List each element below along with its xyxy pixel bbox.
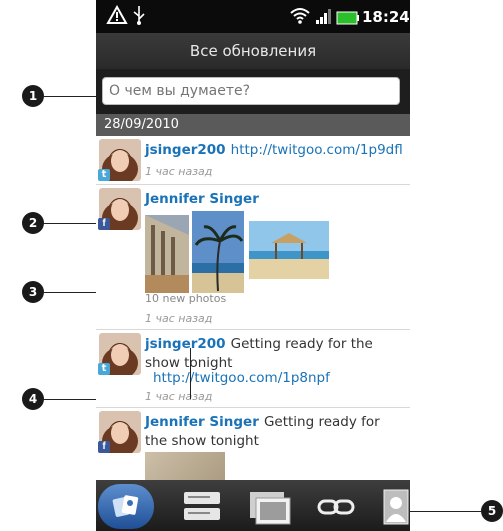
usb-icon (132, 5, 146, 29)
timestamp: 1 час назад (145, 165, 213, 178)
twitter-icon: t (98, 169, 110, 181)
warning-icon (106, 4, 128, 29)
composer (96, 69, 410, 114)
updates-feed[interactable]: t jsinger200 http://twitgoo.com/1p9dfl 1… (96, 136, 410, 480)
facebook-icon: f (98, 441, 110, 453)
twitter-icon: t (98, 363, 110, 375)
callout-4-connector (190, 348, 191, 399)
battery-icon (336, 10, 360, 29)
clock: 18:24 (362, 8, 410, 26)
callout-1: 1 (22, 85, 44, 107)
photo-thumbnails (145, 211, 335, 293)
callout-1-line (44, 96, 102, 97)
callout-5: 5 (481, 500, 503, 522)
feed-item[interactable]: f Jennifer Singer 10 new photos 1 час на… (96, 185, 410, 330)
photo-thumbnail[interactable] (145, 215, 189, 293)
tab-links[interactable] (316, 494, 356, 520)
feed-item[interactable]: f Jennifer Singer Getting ready for the … (96, 408, 410, 480)
facebook-icon: f (98, 218, 110, 230)
tab-photos[interactable] (248, 488, 292, 526)
status-update-input[interactable] (102, 77, 400, 105)
post-content: jsinger200 http://twitgoo.com/1p9dfl (145, 140, 403, 159)
callout-3: 3 (22, 281, 44, 303)
photo-thumbnail[interactable] (192, 211, 244, 293)
profile-icon (382, 489, 410, 530)
author-name[interactable]: jsinger200 (145, 142, 226, 158)
tab-updates[interactable] (98, 484, 154, 529)
timestamp: 1 час назад (145, 390, 213, 403)
tab-bar (96, 480, 410, 531)
callout-4: 4 (22, 388, 44, 410)
post-content: Jennifer Singer Getting ready for the sh… (145, 412, 403, 450)
photos-caption: 10 new photos (145, 292, 227, 305)
post-content: Jennifer Singer (145, 189, 403, 208)
tab-profile[interactable] (382, 488, 410, 526)
post-content: jsinger200 Getting ready for the show to… (145, 334, 403, 372)
wifi-icon (289, 6, 311, 28)
feed-item[interactable]: t jsinger200 http://twitgoo.com/1p9dfl 1… (96, 136, 410, 185)
author-name[interactable]: Jennifer Singer (145, 191, 259, 207)
phone-screen: 18:24 Все обновления 28/09/2010 t jsinge… (96, 0, 410, 531)
photo-thumbnail[interactable] (145, 452, 225, 480)
tab-messages[interactable] (180, 490, 224, 524)
post-link[interactable]: http://twitgoo.com/1p8npf (153, 370, 330, 386)
date-header: 28/09/2010 (96, 114, 410, 136)
people-icon (112, 492, 140, 524)
timestamp: 1 час назад (145, 312, 213, 325)
callout-5-line (410, 511, 481, 512)
link-icon (316, 499, 356, 524)
post-link[interactable]: http://twitgoo.com/1p9dfl (231, 142, 403, 158)
signal-icon (315, 8, 333, 28)
photo-thumbnail[interactable] (249, 221, 329, 279)
messages-icon (180, 492, 224, 528)
author-name[interactable]: Jennifer Singer (145, 414, 259, 430)
callout-2-line (44, 223, 97, 224)
photos-icon (248, 492, 292, 530)
page-title: Все обновления (96, 33, 410, 69)
status-bar: 18:24 (96, 0, 410, 33)
author-name[interactable]: jsinger200 (145, 336, 226, 352)
callout-2: 2 (22, 212, 44, 234)
feed-item[interactable]: t jsinger200 Getting ready for the show … (96, 330, 410, 408)
